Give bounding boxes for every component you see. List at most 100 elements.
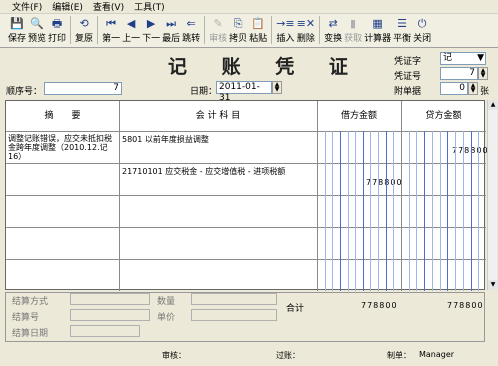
header-credit: 贷方金额 <box>425 111 462 121</box>
audit-button[interactable]: ✎ 审核 <box>209 14 227 46</box>
close-button[interactable]: ⏻ 关闭 <box>413 14 431 46</box>
preview-label: 预览 <box>28 34 47 44</box>
audit-label: 审核 <box>209 34 228 44</box>
attach-unit: 张 <box>480 87 490 97</box>
first-button[interactable]: ⏮ 第一 <box>102 14 120 46</box>
save-label: 保存 <box>8 34 27 44</box>
settle-no-input[interactable] <box>70 309 150 321</box>
money-digit-line <box>339 131 341 291</box>
money-digit-line <box>324 131 326 291</box>
copy-icon: ⎘ <box>233 17 243 30</box>
preview-button[interactable]: 🔍 预览 <box>28 14 46 46</box>
header-summary: 摘 要 <box>44 111 81 121</box>
unit-price-input[interactable] <box>191 309 277 321</box>
header-debit: 借方金额 <box>340 111 377 121</box>
money-digit-line <box>378 131 380 291</box>
print-button[interactable]: 🖶 打印 <box>48 14 66 46</box>
balance-button[interactable]: ☰ 平衡 <box>393 14 411 46</box>
attach-spinner[interactable]: ▲ ▼ <box>468 82 478 95</box>
paste-button[interactable]: 📋 粘贴 <box>249 14 267 46</box>
jump-icon: ⇐ <box>186 17 196 30</box>
prev-label: 上一 <box>122 34 141 44</box>
money-digit-line <box>455 131 457 291</box>
voucher-type-value: 记 <box>443 53 453 63</box>
delete-button[interactable]: ≡✕ 删除 <box>297 14 315 46</box>
transform-icon: ⇄ <box>328 17 338 30</box>
money-digit-line <box>393 131 395 291</box>
copy-button[interactable]: ⎘ 拷贝 <box>229 14 247 46</box>
grid-row-line <box>6 163 486 164</box>
audit-icon: ✎ <box>213 17 223 30</box>
vertical-scrollbar[interactable]: ▲ ▼ <box>487 100 498 290</box>
toolbar-separator <box>70 16 72 44</box>
scroll-up-icon[interactable]: ▲ <box>488 100 498 110</box>
seq-input[interactable]: 7 <box>44 82 122 95</box>
menu-edit[interactable]: 编辑(E) <box>52 0 83 13</box>
date-input[interactable]: 2011-01-31 <box>216 81 272 103</box>
delete-icon: ≡✕ <box>296 17 316 30</box>
next-button[interactable]: ▶ 下一 <box>142 14 160 46</box>
save-icon: 💾 <box>10 17 24 30</box>
row1-summary[interactable]: 调整记账错误，应交未抵扣税金跨年度调整（2010.12.记16） <box>8 134 118 161</box>
money-digit-line <box>385 131 387 291</box>
settle-method-select[interactable] <box>70 293 150 305</box>
next-icon: ▶ <box>146 17 156 30</box>
paste-label: 粘贴 <box>249 34 268 44</box>
last-button[interactable]: ⏭ 最后 <box>162 14 180 46</box>
row1-account[interactable]: 5801 以前年度损益调整 <box>122 135 316 144</box>
date-label: 日期： <box>190 87 218 97</box>
menu-tools[interactable]: 工具(T) <box>134 0 165 13</box>
save-button[interactable]: 💾 保存 <box>8 14 26 46</box>
money-digit-line <box>478 131 480 291</box>
voucher-no-input[interactable]: 7 <box>440 67 478 80</box>
last-icon: ⏭ <box>166 17 177 30</box>
prev-button[interactable]: ◀ 上一 <box>122 14 140 46</box>
jump-label: 跳转 <box>182 34 201 44</box>
entry-grid: 摘 要 会 计 科 目 借方金额 贷方金额 调整记账错误，应交未抵扣税金跨年度调… <box>5 100 488 291</box>
toolbar: 💾 保存 🔍 预览 🖶 打印 ⟲ 复原 ⏮ 第一 ◀ 上一 ▶ 下一 ⏭ 最后 ⇐ 跳转 ✎ 审核 ⎘ 拷贝 📋 粘贴 →≡ 插入… <box>0 14 498 48</box>
scroll-down-icon[interactable]: ▼ <box>488 280 498 290</box>
money-digit-line <box>424 131 426 291</box>
insert-label: 插入 <box>276 34 295 44</box>
settle-date-input[interactable] <box>70 325 140 337</box>
fetch-icon: ▮ <box>350 17 357 30</box>
settle-date-label: 结算日期 <box>12 329 49 339</box>
maker-label: 制单： <box>387 351 411 360</box>
row2-account[interactable]: 21710101 应交税金 - 应交增值税 - 进项税额 <box>122 167 316 176</box>
grid-col-line <box>119 101 120 291</box>
restore-button[interactable]: ⟲ 复原 <box>75 14 93 46</box>
maker-value: Manager <box>419 350 455 359</box>
menu-file[interactable]: 文件(F) <box>12 0 42 13</box>
grid-row-line <box>6 259 486 260</box>
menu-view[interactable]: 查看(V) <box>93 0 124 13</box>
money-digit-line <box>362 131 364 291</box>
calculator-label: 计算器 <box>364 34 392 44</box>
voucher-no-spinner[interactable]: ▲ ▼ <box>478 67 488 80</box>
insert-button[interactable]: →≡ 插入 <box>276 14 294 46</box>
transform-label: 变换 <box>324 34 343 44</box>
jump-button[interactable]: ⇐ 跳转 <box>182 14 200 46</box>
money-digit-line <box>439 131 441 291</box>
money-digit-line <box>431 131 433 291</box>
calculator-button[interactable]: ▦ 计算器 <box>364 14 391 46</box>
money-digit-line <box>347 131 349 291</box>
grid-row-line <box>6 195 486 196</box>
restore-label: 复原 <box>75 34 94 44</box>
date-spinner[interactable]: ▲ ▼ <box>272 81 282 94</box>
money-digit-line <box>370 131 372 291</box>
total-debit: 778800 <box>361 301 398 310</box>
insert-icon: →≡ <box>276 17 295 30</box>
money-digit-line <box>332 131 334 291</box>
toolbar-separator <box>319 16 321 44</box>
fetch-button[interactable]: ▮ 获取 <box>344 14 362 46</box>
row2-debit[interactable]: 778800 <box>366 178 403 187</box>
grid-col-line <box>317 101 318 291</box>
delete-label: 删除 <box>296 34 315 44</box>
chevron-down-icon: ▼ <box>477 53 484 63</box>
toolbar-separator <box>271 16 273 44</box>
voucher-type-select[interactable]: 记 ▼ <box>440 52 486 65</box>
transform-button[interactable]: ⇄ 变换 <box>324 14 342 46</box>
quantity-input[interactable] <box>191 293 277 305</box>
attach-input[interactable]: 0 <box>440 82 468 95</box>
first-icon: ⏮ <box>106 17 117 30</box>
